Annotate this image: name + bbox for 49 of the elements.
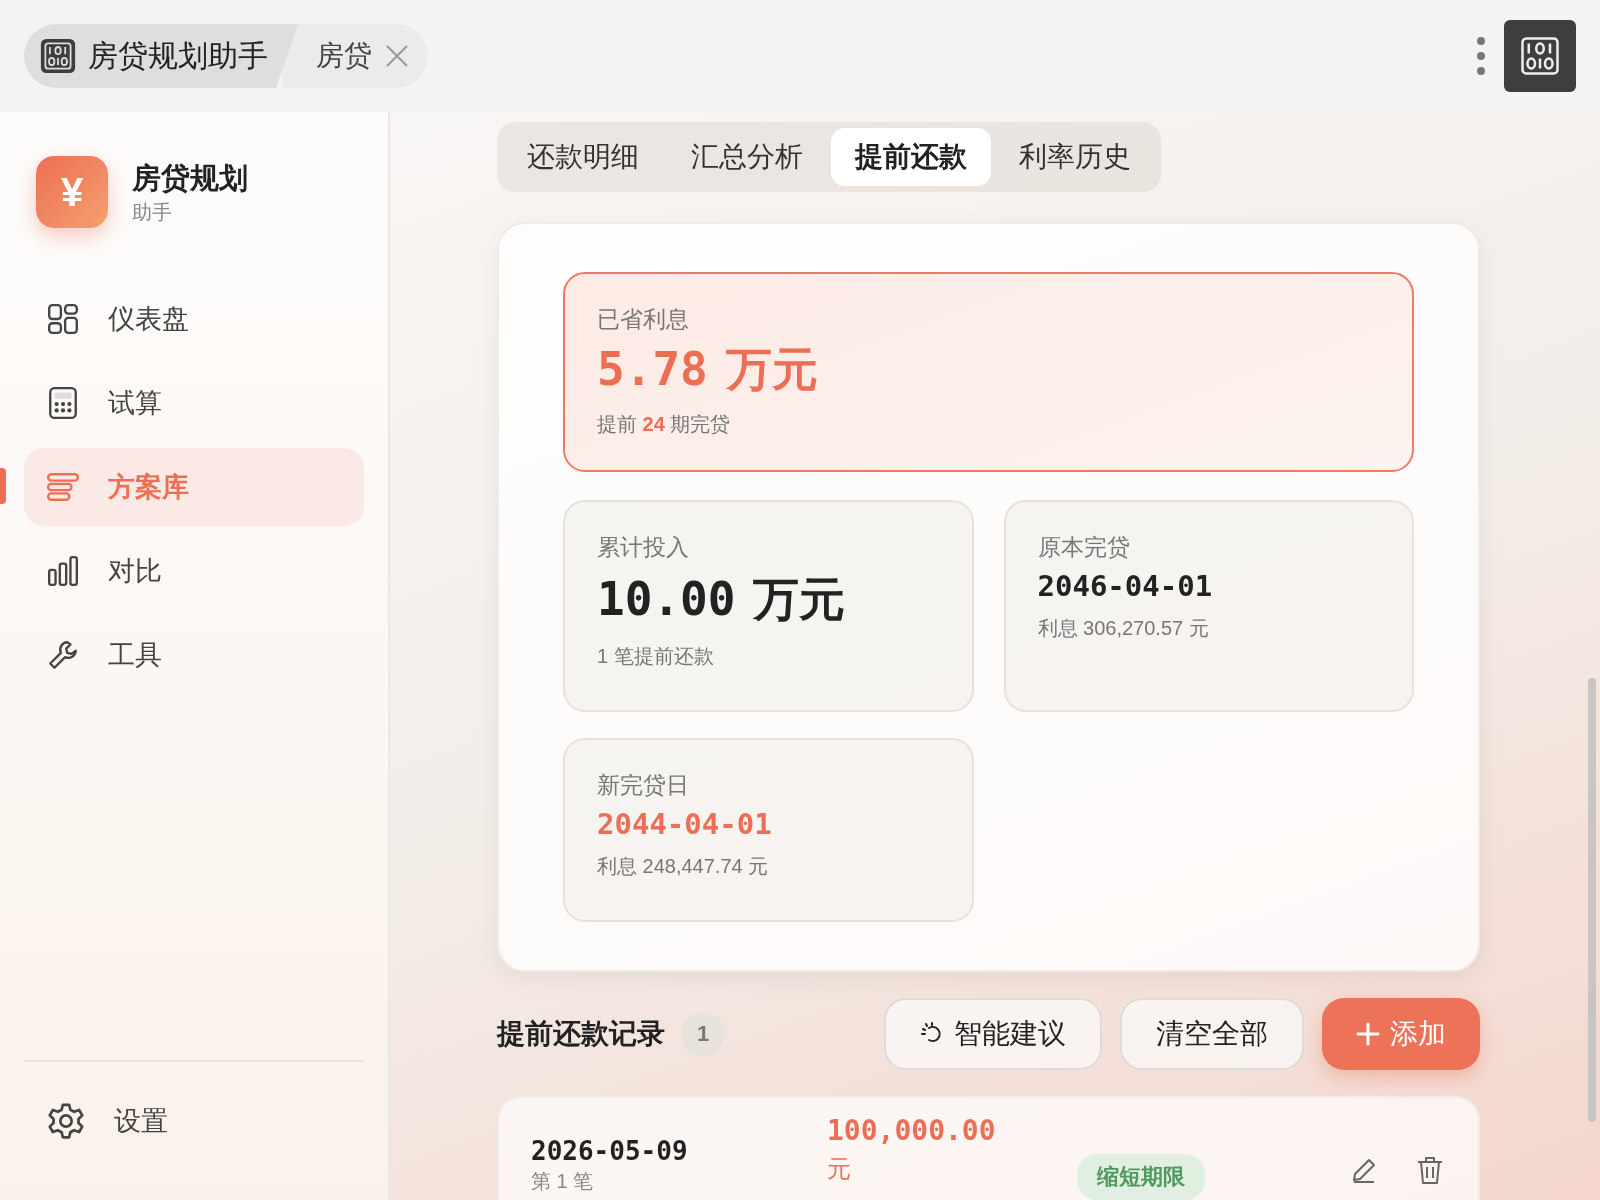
wrench-icon (46, 638, 80, 672)
active-indicator (0, 468, 6, 504)
app-name: 房贷规划 (132, 160, 248, 196)
tab[interactable]: 还款明细 (503, 128, 663, 186)
stat-label: 累计投入 (597, 533, 690, 562)
stat-label: 原本完贷 (1037, 533, 1131, 562)
stat-label: 新完贷日 (597, 771, 690, 800)
section-title: 提前还款记录 (497, 1017, 665, 1051)
app-subtitle: 助手 (132, 199, 173, 225)
app-logo: ¥ (36, 156, 108, 228)
binary-button[interactable] (1504, 20, 1576, 92)
sidebar-item[interactable]: 工具 (24, 616, 364, 694)
stat-note: 1 笔提前还款 (597, 644, 715, 669)
stat-value: 5.78 (597, 342, 708, 396)
tab[interactable]: 提前还款 (831, 128, 991, 186)
stat-note: 利息 248,447.74 元 (597, 854, 770, 879)
sidebar-item[interactable]: 试算 (24, 364, 364, 442)
tab[interactable]: 利率历史 (995, 128, 1155, 186)
stat-value: 2046-04-01 (1037, 569, 1214, 603)
stat-note: 提前 24 期完贷 (597, 412, 732, 437)
calculator-icon (46, 386, 80, 420)
record-index: 第 1 笔 (531, 1169, 595, 1194)
bar-chart-icon (46, 554, 80, 588)
dashboard-icon (46, 302, 80, 336)
tab[interactable]: 汇总分析 (667, 128, 827, 186)
window-tab[interactable]: 房贷 (282, 24, 428, 88)
mode-tag: 缩短期限 (1077, 1154, 1205, 1200)
sidebar-item[interactable]: 仪表盘 (24, 280, 364, 358)
more-icon[interactable] (1476, 36, 1486, 76)
plus-icon (1356, 1022, 1380, 1046)
stat-unit: 万元 (725, 342, 818, 397)
settings-icon (46, 1101, 86, 1141)
action-button[interactable]: 清空全部 (1120, 998, 1304, 1070)
amount-unit: 元 (827, 1154, 852, 1184)
action-button[interactable]: 智能建议 (884, 998, 1102, 1070)
stat-note: 利息 306,270.57 元 (1037, 616, 1210, 641)
count-badge: 1 (681, 1012, 725, 1056)
stat-value: 2044-04-01 (597, 807, 773, 841)
stat-unit: 万元 (753, 572, 846, 627)
stack-icon (46, 470, 80, 504)
stat-value: 10.00 (597, 572, 736, 626)
scrollbar[interactable] (1588, 678, 1596, 1122)
window-tab[interactable]: 房贷规划助手 (24, 24, 298, 88)
record-amount: 100,000.00 (827, 1114, 997, 1147)
record-date: 2026-05-09 (531, 1136, 689, 1166)
settings-item[interactable]: 设置 (24, 1082, 364, 1160)
sidebar-item[interactable]: 对比 (24, 532, 364, 610)
stat-label: 已省利息 (597, 305, 690, 334)
app-icon (40, 38, 76, 74)
